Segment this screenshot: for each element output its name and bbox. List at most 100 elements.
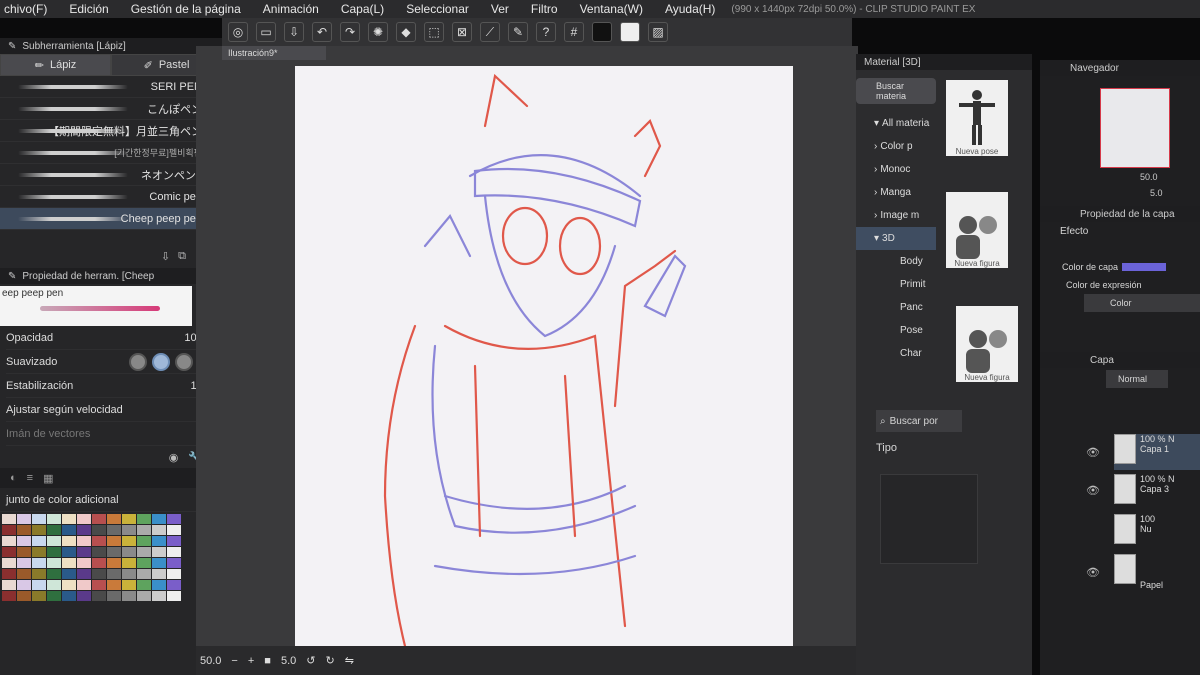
menu-help[interactable]: Ayuda(H) — [665, 2, 715, 16]
speed-row[interactable]: Ajustar según velocidad — [6, 398, 216, 422]
palette-swatch[interactable] — [62, 514, 76, 524]
flip-icon[interactable]: ⇋ — [345, 654, 354, 667]
menu-animation[interactable]: Animación — [263, 2, 319, 16]
palette-swatch[interactable] — [107, 569, 121, 579]
layer-row[interactable]: 100 % N Capa 3 — [1114, 474, 1200, 510]
palette-swatch[interactable] — [107, 580, 121, 590]
palette-swatch[interactable] — [77, 569, 91, 579]
menu-edit[interactable]: Edición — [69, 2, 108, 16]
palette-swatch[interactable] — [17, 591, 31, 601]
material-thumb[interactable]: Nueva figura — [946, 192, 1008, 268]
angle-value[interactable]: 5.0 — [281, 655, 296, 667]
material-search-field[interactable]: ⌕ Buscar por — [876, 410, 962, 432]
palette-swatch[interactable] — [47, 591, 61, 601]
palette-swatch[interactable] — [2, 514, 16, 524]
palette-swatch[interactable] — [17, 547, 31, 557]
tree-item[interactable]: Primit — [856, 273, 936, 296]
blend-select[interactable]: Normal — [1106, 370, 1168, 388]
material-thumb[interactable]: Nueva figura — [956, 306, 1018, 382]
palette-swatch[interactable] — [152, 525, 166, 535]
stop-icon[interactable]: ■ — [264, 655, 271, 667]
palette-swatch[interactable] — [2, 547, 16, 557]
navigator-angle[interactable]: 5.0 — [1150, 188, 1163, 198]
material-search-button[interactable]: Buscar materia — [856, 78, 936, 104]
palette-swatch[interactable] — [137, 569, 151, 579]
brush-item[interactable]: ネオンペン2 — [0, 164, 222, 186]
palette-swatch[interactable] — [32, 514, 46, 524]
document-tab[interactable]: Ilustración9* — [222, 46, 326, 60]
tab-lapiz[interactable]: ✏ Lápiz — [0, 54, 111, 76]
palette-swatch[interactable] — [2, 558, 16, 568]
palette-swatch[interactable] — [137, 547, 151, 557]
palette-swatch[interactable] — [47, 536, 61, 546]
menu-layer[interactable]: Capa(L) — [341, 2, 384, 16]
palette-swatch[interactable] — [167, 547, 181, 557]
palette-swatch[interactable] — [62, 580, 76, 590]
palette-swatch[interactable] — [137, 591, 151, 601]
palette-swatch[interactable] — [137, 536, 151, 546]
palette-swatch[interactable] — [107, 591, 121, 601]
eye-icon[interactable]: 👁 — [1086, 484, 1100, 497]
palette-swatch[interactable] — [137, 514, 151, 524]
material-thumb[interactable]: Nueva pose — [946, 80, 1008, 156]
palette-swatch[interactable] — [107, 514, 121, 524]
palette-swatch[interactable] — [92, 569, 106, 579]
undo-icon[interactable]: ↶ — [312, 22, 332, 42]
palette-swatch[interactable] — [47, 547, 61, 557]
palette-swatch[interactable] — [2, 580, 16, 590]
palette-swatch[interactable] — [137, 580, 151, 590]
tree-item[interactable]: Panc — [856, 296, 936, 319]
palette-swatch[interactable] — [47, 558, 61, 568]
palette-swatch[interactable] — [92, 558, 106, 568]
zoom-out-icon[interactable]: − — [231, 655, 237, 667]
color-palette[interactable] — [0, 512, 222, 603]
palette-swatch[interactable] — [167, 536, 181, 546]
eye-icon[interactable]: 👁 — [1086, 566, 1100, 579]
palette-swatch[interactable] — [32, 591, 46, 601]
palette-swatch[interactable] — [77, 536, 91, 546]
palette-swatch[interactable] — [32, 580, 46, 590]
palette-swatch[interactable] — [77, 547, 91, 557]
smoothing-option[interactable] — [129, 352, 147, 371]
copy-icon[interactable]: ⧉ — [178, 250, 186, 268]
palette-swatch[interactable] — [47, 514, 61, 524]
ruler-icon[interactable]: ⟋ — [480, 22, 500, 42]
palette-swatch[interactable] — [122, 525, 136, 535]
redo-icon[interactable]: ↷ — [340, 22, 360, 42]
palette-swatch[interactable] — [17, 569, 31, 579]
palette-swatch[interactable] — [167, 558, 181, 568]
palette-swatch[interactable] — [137, 558, 151, 568]
palette-swatch[interactable] — [2, 536, 16, 546]
palette-swatch[interactable] — [122, 591, 136, 601]
smoothing-option[interactable] — [175, 352, 193, 371]
palette-swatch[interactable] — [32, 525, 46, 535]
rotate-left-icon[interactable]: ↺ — [306, 654, 315, 667]
eye-icon[interactable]: 👁 — [1086, 446, 1100, 459]
tree-item[interactable]: Body — [856, 250, 936, 273]
palette-swatch[interactable] — [77, 580, 91, 590]
palette-swatch[interactable] — [77, 558, 91, 568]
palette-swatch[interactable] — [17, 514, 31, 524]
layer-color-row[interactable]: Color de capa — [1062, 262, 1167, 272]
palette-swatch[interactable] — [92, 591, 106, 601]
palette-swatch[interactable] — [47, 580, 61, 590]
grid-icon[interactable]: # — [564, 22, 584, 42]
brush-item[interactable]: SERI PEN — [0, 76, 222, 98]
palette-swatch[interactable] — [122, 547, 136, 557]
palette-swatch[interactable] — [92, 525, 106, 535]
palette-swatch[interactable] — [17, 558, 31, 568]
download-icon[interactable]: ⇩ — [161, 250, 170, 268]
tree-item[interactable]: Char — [856, 342, 936, 365]
palette-swatch[interactable] — [62, 591, 76, 601]
palette-swatch[interactable] — [167, 591, 181, 601]
tree-item[interactable]: › Color p — [856, 135, 936, 158]
palette-swatch[interactable] — [167, 514, 181, 524]
palette-swatch[interactable] — [77, 591, 91, 601]
palette-swatch[interactable] — [152, 591, 166, 601]
material-tag-area[interactable] — [880, 474, 978, 564]
palette-swatch[interactable] — [2, 569, 16, 579]
menu-select[interactable]: Seleccionar — [406, 2, 469, 16]
palette-swatch[interactable] — [2, 591, 16, 601]
palette-swatch[interactable] — [107, 558, 121, 568]
palette-swatch[interactable] — [62, 536, 76, 546]
